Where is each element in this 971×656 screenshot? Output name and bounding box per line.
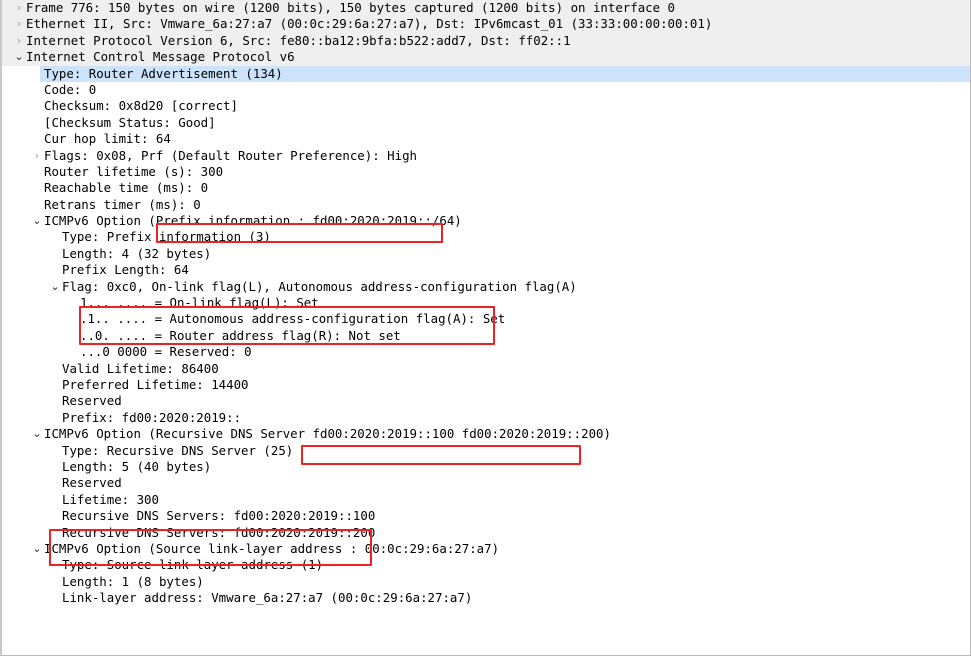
tree-row-label: Preferred Lifetime: 14400 (62, 376, 249, 392)
tree-row-label: Length: 4 (32 bytes) (62, 245, 212, 261)
chevron-right-icon[interactable]: › (30, 148, 44, 164)
tree-row-indent-gutter (2, 65, 40, 82)
tree-row[interactable]: Router lifetime (s): 300 (2, 163, 970, 181)
tree-row-label: Lifetime: 300 (62, 491, 159, 507)
chevron-down-icon[interactable]: ⌄ (30, 541, 44, 557)
tree-row-label: Type: Recursive DNS Server (25) (62, 442, 294, 458)
tree-row[interactable]: Lifetime: 300 (2, 491, 970, 509)
tree-row-label: Recursive DNS Servers: fd00:2020:2019::2… (62, 524, 376, 540)
tree-row-label: Ethernet II, Src: Vmware_6a:27:a7 (00:0c… (26, 16, 713, 32)
tree-row-label: Flags: 0x08, Prf (Default Router Prefere… (44, 147, 417, 163)
tree-row-label: Type: Router Advertisement (134) (44, 65, 283, 81)
packet-detail-tree[interactable]: › Frame 776: 150 bytes on wire (1200 bits… (2, 0, 970, 655)
tree-row-label: Reserved (62, 475, 122, 491)
chevron-down-icon[interactable]: ⌄ (12, 49, 26, 65)
tree-row-label: Recursive DNS Servers: fd00:2020:2019::1… (62, 508, 376, 524)
tree-row[interactable]: ⌄ ICMPv6 Option (Prefix information : fd0… (2, 213, 970, 230)
tree-row[interactable]: ..0. .... = Router address flag(R): Not … (2, 327, 970, 345)
tree-row[interactable]: Preferred Lifetime: 14400 (2, 376, 970, 394)
tree-row[interactable]: Retrans timer (ms): 0 (2, 196, 970, 214)
tree-row[interactable]: Type: Prefix information (3) (2, 229, 970, 246)
tree-row[interactable]: Prefix: fd00:2020:2019:: (2, 409, 970, 427)
tree-row-label: ICMPv6 Option (Source link-layer address… (44, 540, 500, 556)
tree-row[interactable]: Length: 5 (40 bytes) (2, 458, 970, 476)
chevron-right-icon[interactable]: › (12, 0, 26, 16)
tree-row[interactable]: .1.. .... = Autonomous address-configura… (2, 311, 970, 328)
tree-row[interactable]: ⌄ Internet Control Message Protocol v6 (2, 49, 970, 66)
tree-row-label: Valid Lifetime: 86400 (62, 360, 219, 376)
tree-row[interactable]: ...0 0000 = Reserved: 0 (2, 344, 970, 361)
chevron-down-icon[interactable]: ⌄ (48, 279, 62, 295)
tree-row[interactable]: Checksum: 0x8d20 [correct] (2, 98, 970, 115)
tree-row[interactable]: Reserved (2, 475, 970, 492)
tree-row-label: Prefix Length: 64 (62, 262, 189, 278)
tree-row[interactable]: › Flags: 0x08, Prf (Default Router Prefer… (2, 147, 970, 164)
tree-row[interactable]: ⌄ ICMPv6 Option (Recursive DNS Server fd0… (2, 426, 970, 443)
tree-row[interactable]: Prefix Length: 64 (2, 262, 970, 279)
tree-row-label: Code: 0 (44, 81, 97, 97)
tree-row[interactable]: Cur hop limit: 64 (2, 131, 970, 148)
tree-row[interactable]: Recursive DNS Servers: fd00:2020:2019::1… (2, 508, 970, 525)
tree-row-label: Frame 776: 150 bytes on wire (1200 bits)… (26, 0, 676, 15)
tree-row[interactable]: Length: 1 (8 bytes) (2, 573, 970, 591)
tree-row-label: .1.. .... = Autonomous address-configura… (80, 311, 506, 327)
tree-row-label: Checksum: 0x8d20 [correct] (44, 98, 238, 114)
tree-row-label: ICMPv6 Option (Recursive DNS Server fd00… (44, 426, 611, 442)
chevron-right-icon[interactable]: › (12, 33, 26, 49)
tree-row[interactable]: ⌄ ICMPv6 Option (Source link-layer addres… (2, 540, 970, 558)
tree-row[interactable]: Type: Router Advertisement (134) (2, 65, 970, 82)
tree-row-label: 1... .... = On-link flag(L): Set (80, 295, 319, 311)
tree-row-label: Prefix: fd00:2020:2019:: (62, 409, 242, 425)
tree-row[interactable]: Length: 4 (32 bytes) (2, 245, 970, 263)
chevron-down-icon[interactable]: ⌄ (30, 213, 44, 229)
tree-row[interactable]: Type: Recursive DNS Server (25) (2, 442, 970, 459)
tree-row[interactable]: › Internet Protocol Version 6, Src: fe80:… (2, 32, 970, 50)
tree-row[interactable]: [Checksum Status: Good] (2, 114, 970, 132)
tree-row[interactable]: Code: 0 (2, 81, 970, 99)
tree-row[interactable]: ⌄ Flag: 0xc0, On-link flag(L), Autonomous… (2, 278, 970, 296)
tree-row-label: Reserved (62, 393, 122, 409)
tree-row-label: [Checksum Status: Good] (44, 114, 216, 130)
tree-row-label: Retrans timer (ms): 0 (44, 196, 201, 212)
tree-row[interactable]: Valid Lifetime: 86400 (2, 360, 970, 377)
tree-row-label: ...0 0000 = Reserved: 0 (80, 344, 252, 360)
tree-row-label: Internet Protocol Version 6, Src: fe80::… (26, 32, 571, 48)
tree-row-label: Link-layer address: Vmware_6a:27:a7 (00:… (62, 590, 473, 606)
wireshark-packet-details-pane[interactable]: › Frame 776: 150 bytes on wire (1200 bits… (0, 0, 971, 656)
tree-row-label: Internet Control Message Protocol v6 (26, 49, 295, 65)
tree-row-label: Type: Source link-layer address (1) (62, 557, 324, 573)
chevron-right-icon[interactable]: › (12, 16, 26, 32)
tree-row-label: Flag: 0xc0, On-link flag(L), Autonomous … (62, 278, 577, 294)
tree-row[interactable]: Type: Source link-layer address (1) (2, 557, 970, 574)
tree-row[interactable]: 1... .... = On-link flag(L): Set (2, 295, 970, 312)
tree-row[interactable]: Link-layer address: Vmware_6a:27:a7 (00:… (2, 590, 970, 607)
tree-row-label: Router lifetime (s): 300 (44, 163, 224, 179)
tree-row-label: ICMPv6 Option (Prefix information : fd00… (44, 213, 462, 229)
tree-row-label: Cur hop limit: 64 (44, 131, 171, 147)
tree-row-label: Type: Prefix information (3) (62, 229, 271, 245)
tree-row[interactable]: › Frame 776: 150 bytes on wire (1200 bits… (2, 0, 970, 17)
tree-row-label: Length: 5 (40 bytes) (62, 458, 212, 474)
tree-row[interactable]: › Ethernet II, Src: Vmware_6a:27:a7 (00:0… (2, 16, 970, 33)
tree-row[interactable]: Reserved (2, 393, 970, 410)
tree-row-label: Reachable time (ms): 0 (44, 180, 209, 196)
tree-row[interactable]: Reachable time (ms): 0 (2, 180, 970, 197)
tree-row-label: Length: 1 (8 bytes) (62, 573, 204, 589)
tree-row[interactable]: Recursive DNS Servers: fd00:2020:2019::2… (2, 524, 970, 541)
tree-row-label: ..0. .... = Router address flag(R): Not … (80, 327, 401, 343)
chevron-down-icon[interactable]: ⌄ (30, 426, 44, 442)
